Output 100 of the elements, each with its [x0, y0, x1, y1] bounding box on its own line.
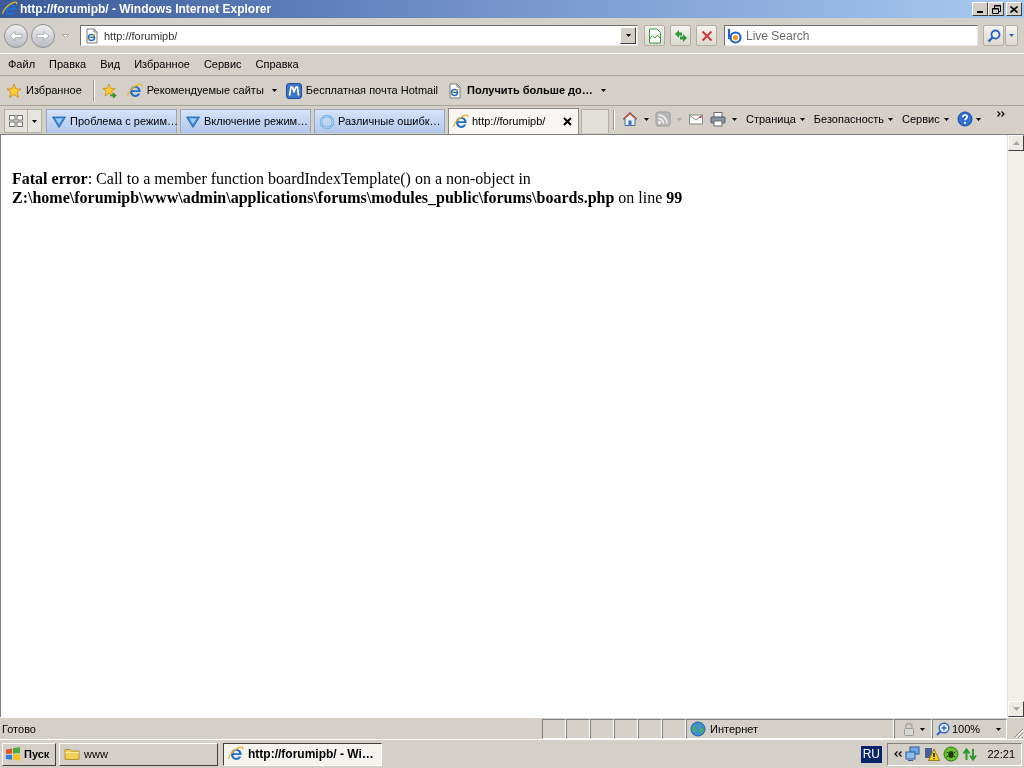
- search-input[interactable]: Live Search: [746, 28, 977, 43]
- stop-button[interactable]: [696, 25, 717, 46]
- caret-icon: [888, 117, 894, 121]
- star-icon: [6, 82, 22, 99]
- loading-ring-icon: [319, 113, 335, 130]
- address-field[interactable]: http://forumipb/: [80, 25, 638, 46]
- close-icon: [1010, 5, 1018, 13]
- caret-icon: [625, 34, 631, 37]
- back-button[interactable]: [4, 23, 28, 48]
- ie-logo-icon: [126, 82, 143, 99]
- m-logo-icon: [285, 82, 302, 99]
- favorites-button[interactable]: Избранное: [2, 79, 86, 102]
- status-text: Готово: [2, 723, 36, 735]
- chevrons-left-icon[interactable]: [894, 751, 902, 757]
- close-button[interactable]: [1006, 2, 1022, 16]
- tab[interactable]: http://forumipb/: [448, 108, 579, 134]
- command-menu[interactable]: Страница: [743, 108, 808, 130]
- caret-icon: [919, 727, 925, 731]
- caret-up-icon: [1012, 141, 1020, 145]
- tab[interactable]: Различные ошибк…: [314, 109, 445, 133]
- language-indicator[interactable]: RU: [860, 745, 882, 763]
- taskbar-window-button[interactable]: http://forumipb/ - Wi…: [223, 742, 382, 766]
- status-bar-panel: [542, 719, 566, 739]
- grid-icon: [9, 115, 23, 127]
- caret-icon: [32, 119, 37, 123]
- caret-icon: [996, 727, 1001, 731]
- arrow-right-icon: [36, 29, 50, 42]
- search-options-button[interactable]: [1005, 25, 1018, 46]
- command-menu[interactable]: Безопасность: [810, 108, 897, 130]
- ie-logo-icon: [2, 1, 18, 17]
- refresh-button[interactable]: [670, 25, 691, 46]
- window-title: http://forumipb/ - Windows Internet Explorer: [20, 3, 272, 15]
- page-icon: [84, 27, 100, 44]
- status-bar-panel: [566, 719, 590, 739]
- bug-icon[interactable]: [943, 746, 959, 762]
- search-icon: [986, 28, 1001, 43]
- menu-item[interactable]: Вид: [93, 55, 128, 74]
- page-icon: [447, 82, 464, 99]
- help-icon: [956, 111, 973, 127]
- forward-button[interactable]: [31, 23, 55, 48]
- more-tools-button[interactable]: [996, 109, 1005, 119]
- command-menu[interactable]: Сервис: [899, 108, 952, 130]
- scroll-down-button[interactable]: [1008, 701, 1024, 717]
- zoom-in-icon: [936, 722, 950, 736]
- url-input[interactable]: http://forumipb/: [104, 29, 620, 42]
- scroll-up-button[interactable]: [1008, 135, 1024, 151]
- tab[interactable]: Проблема с режим…: [46, 109, 177, 133]
- menu-item[interactable]: Справка: [248, 55, 306, 74]
- caret-icon: [1009, 34, 1014, 37]
- address-dropdown-button[interactable]: [620, 27, 636, 44]
- vertical-scrollbar[interactable]: [1007, 135, 1024, 717]
- minimize-icon: [977, 11, 983, 13]
- restore-icon: [991, 4, 1001, 14]
- caret-icon: [943, 117, 949, 121]
- status-bar-panel: [590, 719, 614, 739]
- lock-icon: [901, 722, 916, 736]
- start-button[interactable]: Пуск: [2, 742, 56, 766]
- quick-tabs-button[interactable]: [4, 109, 28, 133]
- search-field[interactable]: Live Search: [724, 25, 978, 46]
- minimize-button[interactable]: [972, 2, 988, 16]
- zoom-button[interactable]: 100%: [932, 719, 1007, 739]
- menu-item[interactable]: Файл: [1, 55, 43, 74]
- torn-page-icon: [647, 27, 662, 44]
- triangle-icon: [185, 113, 201, 130]
- favorites-link[interactable]: Бесплатная почта Hotmail: [283, 79, 441, 102]
- close-icon[interactable]: [563, 117, 572, 126]
- chevrons-right-icon: [996, 111, 1005, 117]
- logo-icon: [727, 27, 743, 44]
- compatibility-view-button[interactable]: [644, 25, 665, 46]
- favorites-link[interactable]: Рекомендуемые сайты: [124, 79, 279, 102]
- menu-item[interactable]: Сервис: [196, 55, 249, 74]
- error-message: Fatal error: Call to a member function boardIndexTemplate() on a non-object in Z:\home\forumipb\www\admin\applications\forums\modules_public\forums\boards.php on line 99: [12, 169, 684, 207]
- caret-down-icon: [1012, 707, 1020, 711]
- status-bar-panel: [614, 719, 638, 739]
- menu-item[interactable]: Правка: [42, 55, 94, 74]
- status-bar-panel: [638, 719, 662, 739]
- stop-icon: [700, 29, 713, 42]
- globe-icon: [690, 721, 706, 737]
- windows-flag-icon: [5, 746, 21, 762]
- warning-icon[interactable]: [924, 746, 940, 762]
- caret-icon: [975, 117, 981, 121]
- security-zone-label: Интернет: [710, 723, 758, 735]
- ie-logo-icon: [453, 113, 469, 130]
- ie-logo-icon: [228, 746, 244, 762]
- taskbar-window-button[interactable]: www: [59, 742, 218, 766]
- triangle-icon: [51, 113, 67, 130]
- caret-icon: [799, 117, 805, 121]
- restore-button[interactable]: [988, 2, 1004, 16]
- favorites-link[interactable]: Получить больше до…: [445, 79, 608, 102]
- tab[interactable]: Включение режим…: [180, 109, 311, 133]
- arrow-left-icon: [9, 29, 23, 42]
- menu-item[interactable]: Избранное: [127, 55, 197, 74]
- help-button[interactable]: [954, 108, 983, 130]
- tab-list-button[interactable]: [28, 109, 42, 133]
- folder-icon: [64, 746, 80, 762]
- search-button[interactable]: [983, 25, 1004, 46]
- clock-time: 22:21: [987, 748, 1015, 760]
- caret-icon: [61, 33, 69, 38]
- protected-mode-button[interactable]: [894, 719, 932, 739]
- star-add-icon: [101, 82, 118, 99]
